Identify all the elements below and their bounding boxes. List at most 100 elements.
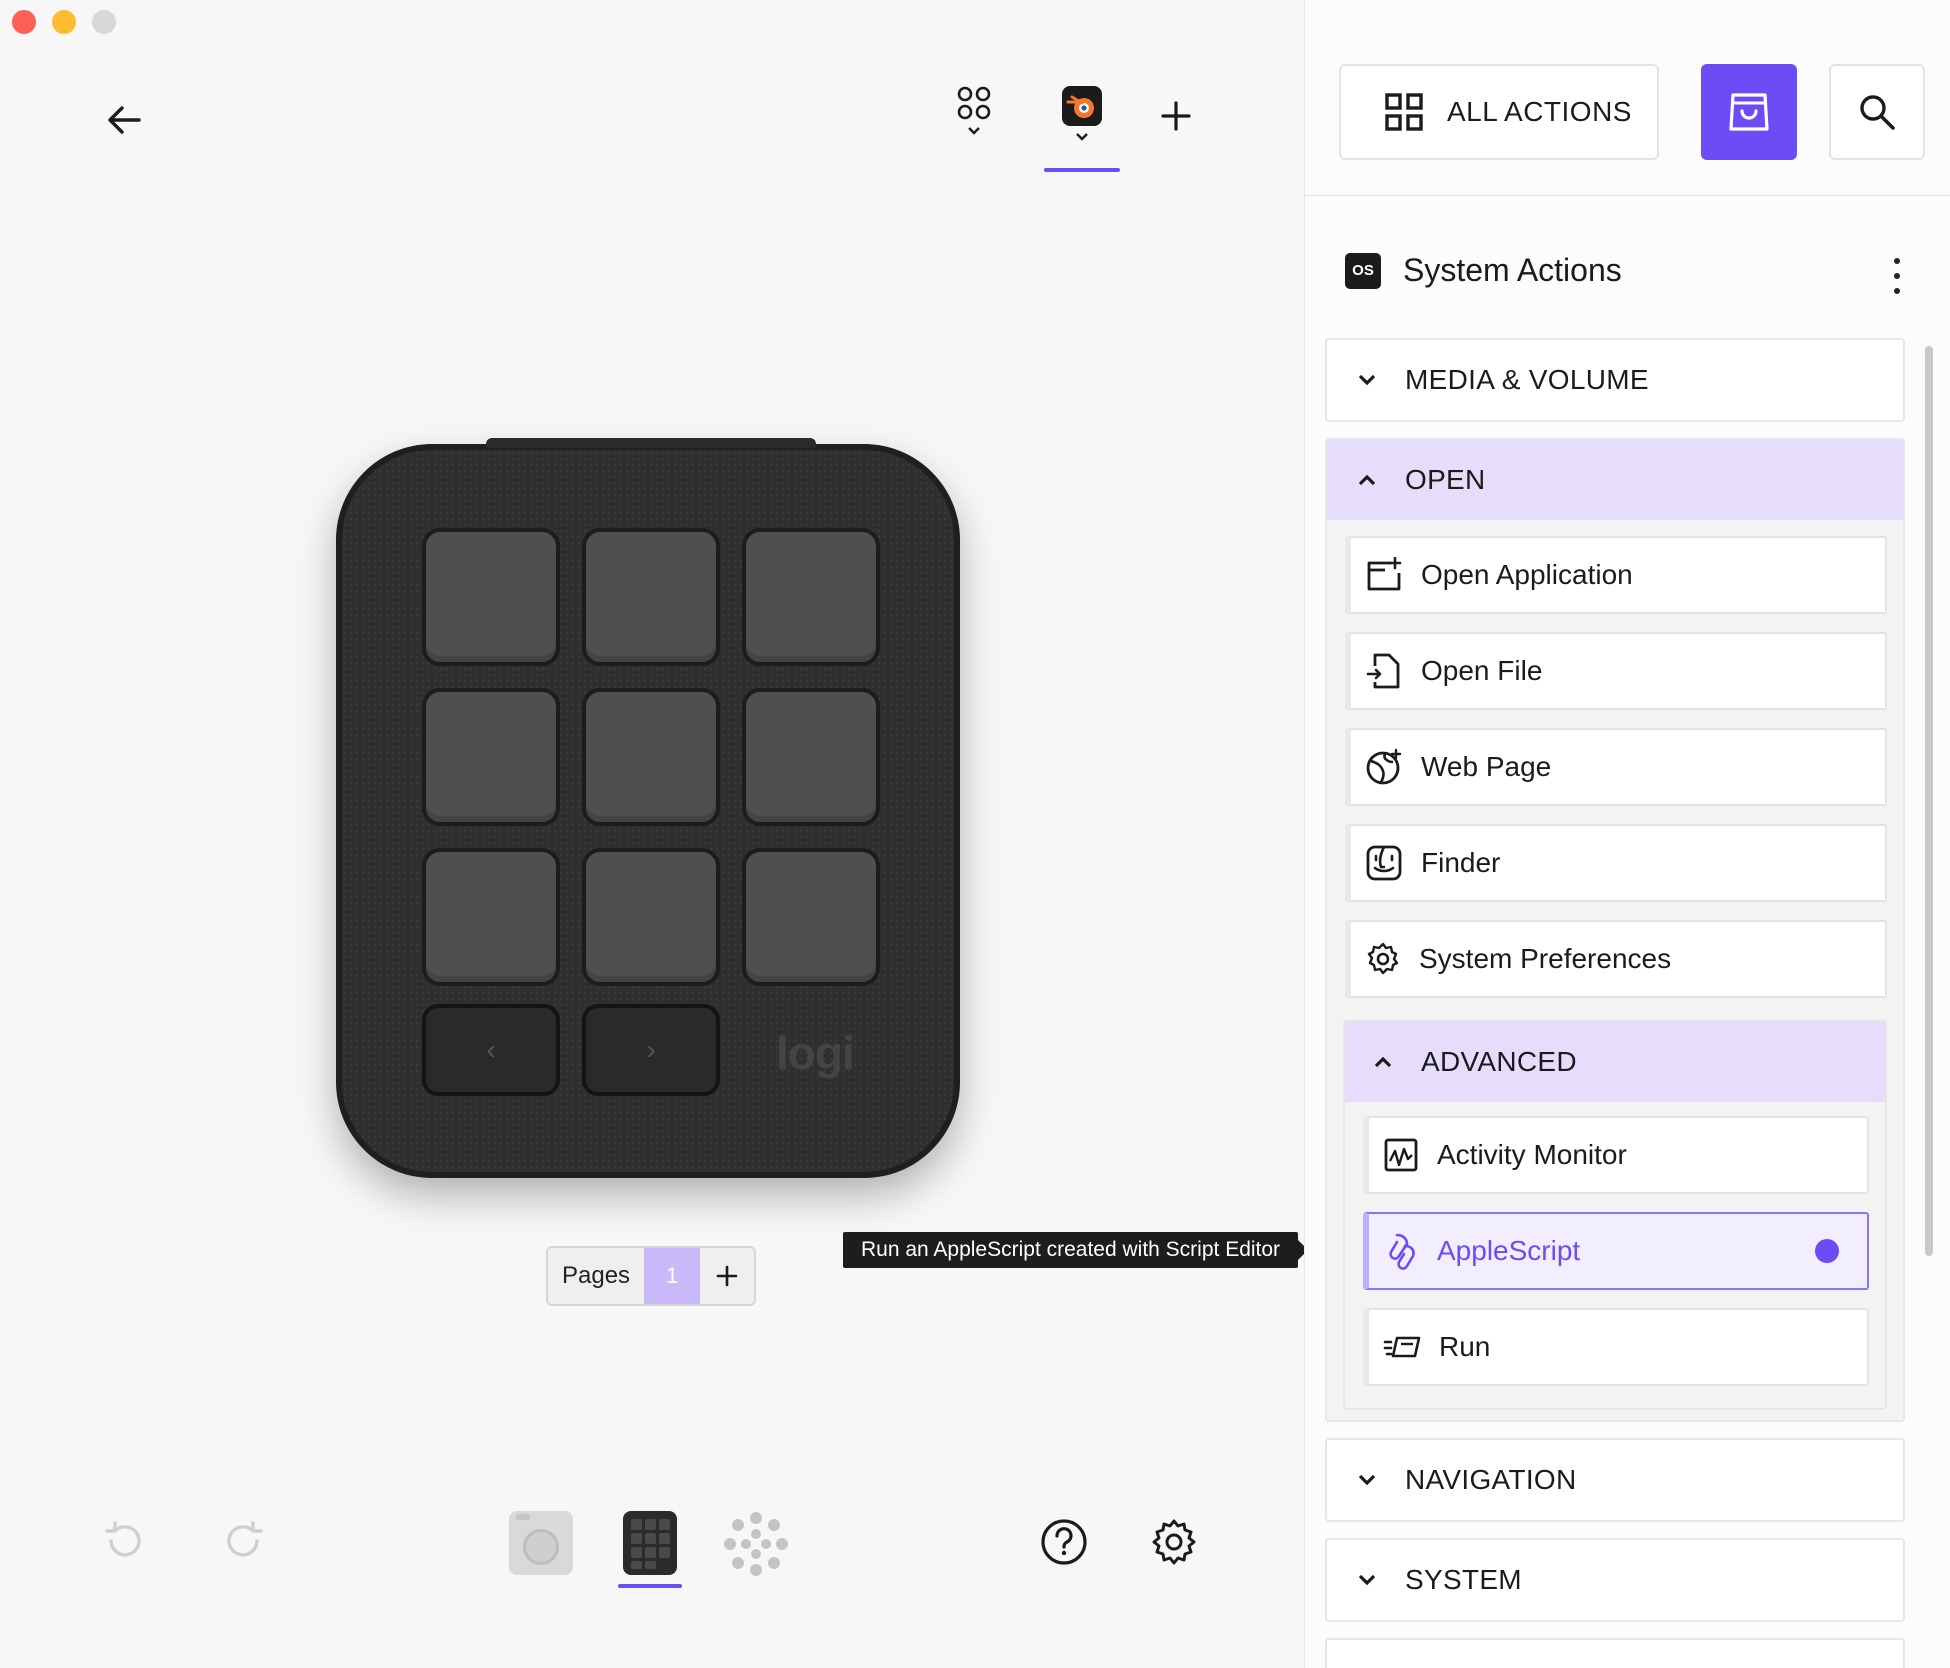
action-label: Finder [1421,847,1501,878]
device-key-6[interactable] [742,688,880,826]
globe-icon [1366,748,1402,785]
settings-button[interactable] [1150,1518,1198,1566]
kebab-dot [1894,288,1900,294]
gear-icon [1152,1519,1196,1565]
blender-icon [1062,86,1102,126]
store-button[interactable] [1701,64,1797,160]
panel-title-row: OS System Actions [1345,252,1622,289]
section-header-open[interactable]: OPEN [1327,440,1903,520]
section-title: MEDIA & VOLUME [1405,364,1649,395]
profile-tab-blender[interactable] [1042,86,1122,172]
plus-icon [716,1265,738,1287]
search-button[interactable] [1829,64,1925,160]
section-header-advanced[interactable]: ADVANCED [1345,1022,1885,1102]
arrow-left-icon [108,106,141,134]
section-media-volume: MEDIA & VOLUME [1325,338,1905,422]
kebab-dot [1894,273,1900,279]
action-label: AppleScript [1437,1235,1581,1266]
device-top-edge [486,438,816,448]
pages-control: Pages 1 [546,1246,757,1306]
chevron-down-icon [1358,1574,1376,1586]
next-page-key[interactable]: › [582,1004,720,1096]
kebab-dot [1894,258,1900,264]
all-actions-button[interactable]: ALL ACTIONS [1339,64,1659,160]
action-open-file[interactable]: Open File [1345,632,1887,710]
grid-icon [1385,93,1423,131]
section-navigation: NAVIGATION [1325,1438,1905,1522]
device-key-2[interactable] [582,528,720,666]
section-title: ADVANCED [1421,1046,1577,1077]
section-header-media-volume[interactable]: MEDIA & VOLUME [1327,340,1903,420]
section-header-system[interactable]: SYSTEM [1327,1540,1903,1620]
view-keypad-device[interactable] [618,1510,682,1588]
view-camera-device[interactable] [508,1510,574,1576]
section-title: NAVIGATION [1405,1464,1577,1495]
more-options-button[interactable] [1887,258,1907,294]
page-1-button[interactable]: 1 [644,1248,701,1304]
bottom-toolbar [0,1506,1304,1596]
camera-device-icon [509,1511,573,1575]
help-icon [1041,1519,1087,1565]
profile-tab-apps[interactable] [934,86,1014,172]
device-key-7[interactable] [422,848,560,986]
panel-scrollbar[interactable] [1925,346,1933,1256]
section-next-partial [1325,1638,1905,1668]
chevron-down-icon [968,127,980,135]
back-button[interactable] [100,96,148,144]
action-system-preferences[interactable]: System Preferences [1345,920,1887,998]
action-tooltip: Run an AppleScript created with Script E… [843,1232,1309,1268]
action-finder[interactable]: Finder [1345,824,1887,902]
brand-logo: logi [776,1027,855,1079]
section-title: OPEN [1405,464,1486,495]
action-label: Web Page [1421,751,1552,782]
previous-page-key[interactable]: ‹ [422,1004,560,1096]
finder-icon [1366,845,1402,881]
chevron-right-icon: › [646,1034,656,1065]
device-key-5[interactable] [582,688,720,826]
help-button[interactable] [1040,1518,1088,1566]
action-activity-monitor[interactable]: Activity Monitor [1363,1116,1869,1194]
add-page-button[interactable] [700,1248,754,1304]
device-editor-area: ‹ › logi Pages 1 Run an AppleScript crea… [0,0,1309,1668]
action-open-application[interactable]: Open Application [1345,536,1887,614]
action-label: Open File [1421,655,1543,686]
key-grid [422,528,880,986]
device-key-1[interactable] [422,528,560,666]
device-key-8[interactable] [582,848,720,986]
page-nav-keys: ‹ › [422,1004,720,1096]
actions-panel: ALL ACTIONS OS System Actions MEDIA & VO… [1304,0,1950,1668]
section-header-navigation[interactable]: NAVIGATION [1327,1440,1903,1520]
action-applescript[interactable]: AppleScript [1363,1212,1869,1290]
activity-chart-icon [1384,1138,1418,1172]
undo-icon [105,1521,141,1557]
chevron-up-icon [1374,1056,1392,1068]
keypad-device: ‹ › logi [336,438,960,1178]
action-web-page[interactable]: Web Page [1345,728,1887,806]
search-icon [1860,95,1895,130]
undo-button[interactable] [100,1518,146,1564]
applescript-icon [1389,1233,1415,1270]
selected-indicator [1815,1239,1839,1263]
pages-label: Pages [562,1262,631,1289]
store-bag-icon [1729,93,1769,131]
all-actions-label: ALL ACTIONS [1447,96,1632,127]
keypad-device-icon [623,1511,677,1575]
device-key-3[interactable] [742,528,880,666]
app-window-icon [1367,557,1402,591]
os-badge: OS [1345,252,1381,289]
action-run[interactable]: Run [1363,1308,1869,1386]
redo-button[interactable] [222,1518,268,1564]
view-dial-device[interactable] [724,1512,788,1576]
device-key-4[interactable] [422,688,560,826]
add-profile-button[interactable] [1156,96,1196,136]
actions-panel-header: ALL ACTIONS [1305,0,1950,196]
plus-icon [1161,101,1191,131]
apps-grid-icon [957,86,991,120]
chevron-up-icon [1358,474,1376,486]
settings-cog-icon [1367,942,1399,975]
action-label: System Preferences [1419,943,1672,974]
section-system: SYSTEM [1325,1538,1905,1622]
dial-device-icon [724,1512,788,1576]
device-key-9[interactable] [742,848,880,986]
file-open-icon [1366,653,1400,689]
